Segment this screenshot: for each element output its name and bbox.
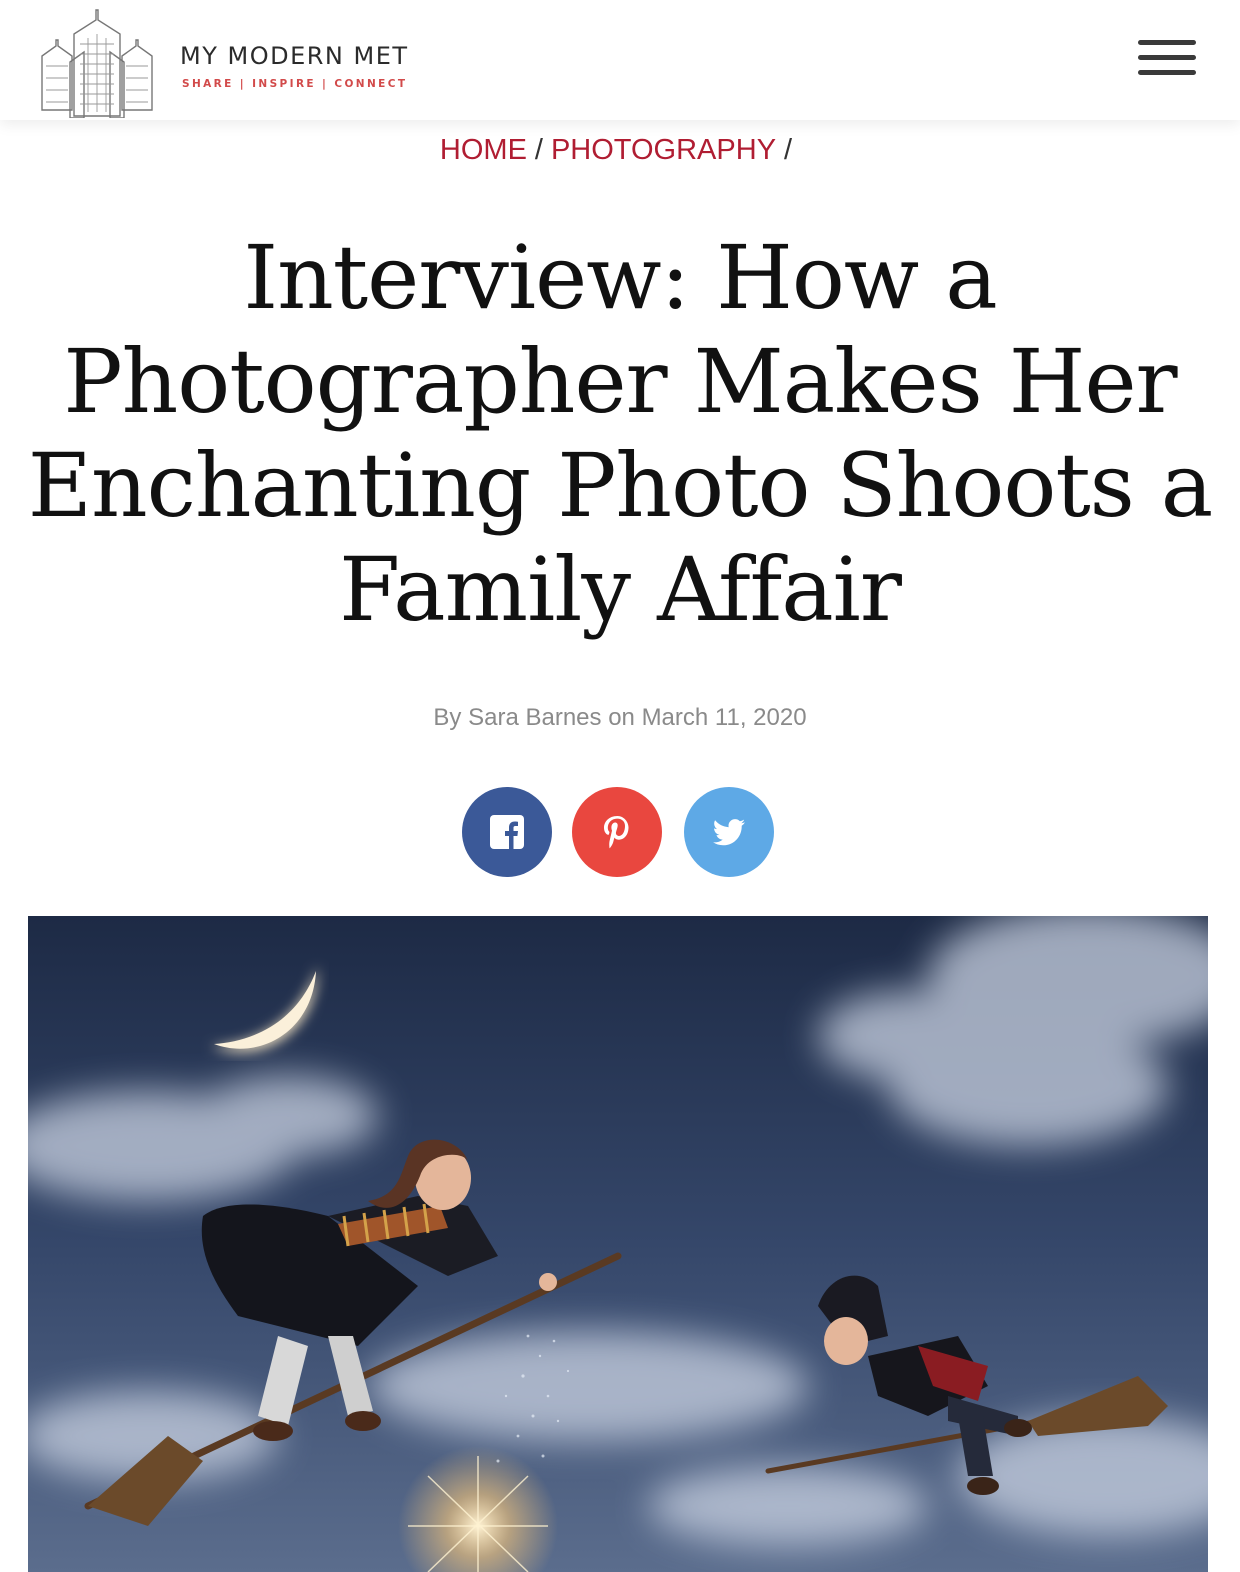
menu-bar (1138, 70, 1196, 75)
pinterest-share-button[interactable] (572, 787, 662, 877)
breadcrumb-home-link[interactable]: HOME (440, 134, 527, 166)
breadcrumb: HOME / PHOTOGRAPHY / (0, 134, 1240, 167)
facebook-icon (490, 815, 524, 849)
facebook-share-button[interactable] (462, 787, 552, 877)
breadcrumb-separator: / (534, 134, 543, 166)
hamburger-menu-icon[interactable] (1138, 40, 1196, 78)
publish-date: March 11, 2020 (641, 704, 807, 731)
breadcrumb-photography-link[interactable]: PHOTOGRAPHY (551, 134, 776, 166)
site-tagline: SHARE | INSPIRE | CONNECT (182, 78, 408, 90)
menu-bar (1138, 55, 1196, 60)
hero-image (28, 916, 1208, 1572)
breadcrumb-separator: / (784, 134, 793, 166)
article-title: Interview: How a Photographer Makes Her … (27, 226, 1214, 641)
twitter-icon (713, 819, 745, 846)
logo-text: MY MODERN MET SHARE | INSPIRE | CONNECT (180, 42, 409, 90)
site-header: MY MODERN MET SHARE | INSPIRE | CONNECT (0, 0, 1240, 120)
twitter-share-button[interactable] (684, 787, 774, 877)
skyscraper-logo-icon (41, 9, 153, 118)
author-name[interactable]: Sara Barnes (468, 704, 601, 731)
byline-on: on (608, 704, 635, 731)
hero-photo-witches-flying (28, 916, 1208, 1572)
pinterest-icon (604, 816, 629, 849)
share-buttons (462, 787, 782, 877)
site-logo[interactable]: MY MODERN MET SHARE | INSPIRE | CONNECT (36, 6, 409, 118)
menu-bar (1138, 40, 1196, 45)
byline-prefix: By (433, 704, 462, 731)
site-name: MY MODERN MET (180, 42, 409, 70)
article-byline: By Sara Barnes on March 11, 2020 (0, 704, 1240, 732)
